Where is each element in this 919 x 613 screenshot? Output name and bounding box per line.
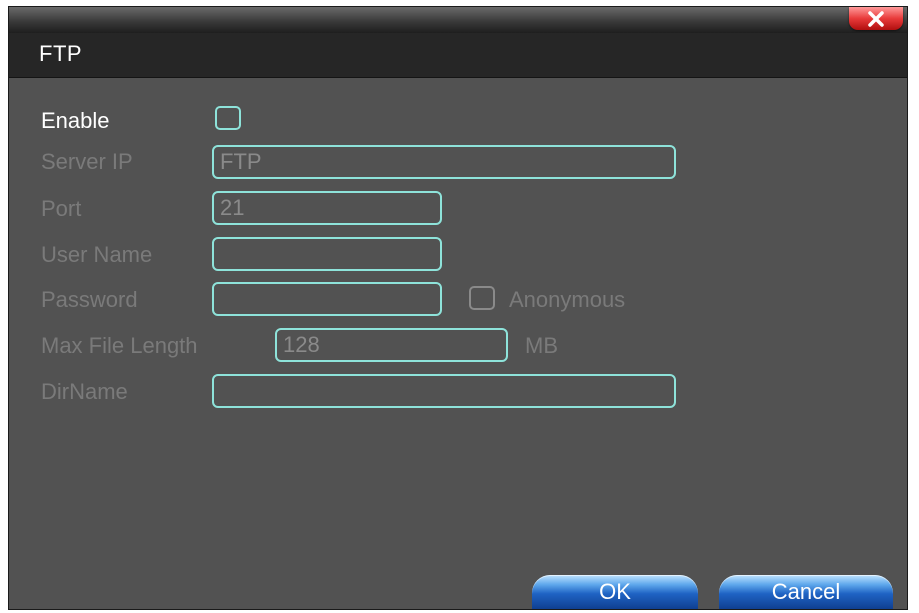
ok-button[interactable]: OK	[532, 575, 698, 609]
max-file-length-unit: MB	[525, 333, 558, 358]
user-name-input[interactable]	[212, 237, 442, 271]
title-bar: FTP	[9, 33, 907, 78]
close-button[interactable]	[849, 7, 903, 30]
port-label: Port	[41, 196, 82, 221]
password-input[interactable]	[212, 282, 442, 316]
server-ip-input[interactable]	[212, 145, 676, 179]
window-topbar	[9, 7, 907, 33]
user-name-label: User Name	[41, 242, 153, 267]
dir-name-label: DirName	[41, 379, 128, 404]
enable-label: Enable	[41, 108, 110, 133]
dir-name-input[interactable]	[212, 374, 676, 408]
ftp-dialog: FTP Enable Server IP Port User Name Pass…	[8, 6, 908, 610]
anonymous-checkbox[interactable]	[469, 286, 495, 310]
max-file-length-label: Max File Length	[41, 333, 198, 358]
enable-checkbox[interactable]	[215, 106, 241, 130]
max-file-length-input[interactable]	[275, 328, 508, 362]
close-x-icon	[865, 10, 887, 27]
anonymous-label: Anonymous	[509, 287, 626, 312]
dialog-title: FTP	[39, 41, 83, 66]
port-input[interactable]	[212, 191, 442, 225]
cancel-button[interactable]: Cancel	[719, 575, 893, 609]
server-ip-label: Server IP	[41, 149, 133, 174]
password-label: Password	[41, 287, 138, 312]
